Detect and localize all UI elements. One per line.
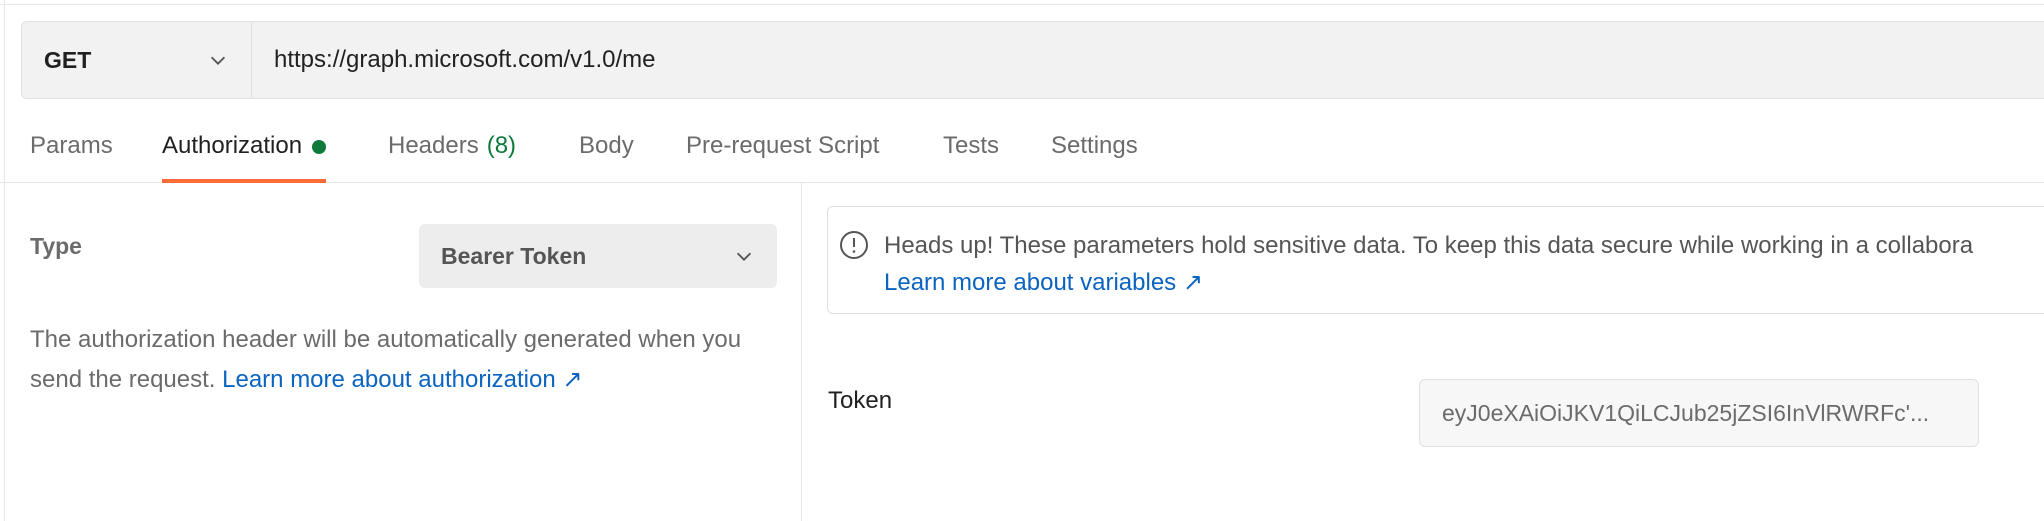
top-divider bbox=[0, 4, 2044, 5]
notice-text-block: Heads up! These parameters hold sensitiv… bbox=[884, 227, 1973, 301]
tab-label: Settings bbox=[1051, 132, 1138, 159]
notice-text: Heads up! These parameters hold sensitiv… bbox=[884, 232, 1974, 259]
tab-headers[interactable]: Headers (8) bbox=[388, 132, 516, 182]
tab-pre-request-script[interactable]: Pre-request Script bbox=[686, 132, 879, 182]
learn-more-variables-link[interactable]: Learn more about variables ↗ bbox=[884, 269, 1203, 296]
status-dot bbox=[312, 140, 327, 154]
method-label: GET bbox=[44, 46, 92, 73]
auth-type-value: Bearer Token bbox=[441, 242, 587, 269]
method-select[interactable]: GET bbox=[22, 22, 252, 98]
tab-authorization[interactable]: Authorization bbox=[162, 132, 327, 183]
tab-params[interactable]: Params bbox=[30, 132, 113, 182]
headers-count: (8) bbox=[486, 132, 517, 159]
tab-body[interactable]: Body bbox=[579, 132, 634, 182]
token-label: Token bbox=[828, 387, 893, 414]
tab-label: Headers bbox=[388, 132, 479, 159]
tab-label: Params bbox=[30, 132, 113, 159]
tab-tests[interactable]: Tests bbox=[943, 132, 999, 182]
chevron-down-icon bbox=[736, 252, 752, 261]
token-input[interactable]: eyJ0eXAiOiJKV1QiLCJub25jZSI6InVlRWRFc'..… bbox=[1419, 379, 1979, 447]
tab-settings[interactable]: Settings bbox=[1051, 132, 1138, 182]
auth-type-label: Type bbox=[30, 233, 82, 259]
chevron-down-icon bbox=[210, 56, 226, 65]
pane-divider[interactable] bbox=[801, 183, 802, 521]
info-circle-icon bbox=[840, 231, 868, 259]
auth-type-select[interactable]: Bearer Token bbox=[419, 224, 777, 288]
tab-label: Pre-request Script bbox=[686, 132, 880, 159]
tab-label: Body bbox=[579, 132, 634, 159]
token-value: eyJ0eXAiOiJKV1QiLCJub25jZSI6InVlRWRFc'..… bbox=[1442, 399, 1930, 426]
url-bar: GET bbox=[21, 21, 2044, 99]
tab-label: Authorization bbox=[162, 132, 303, 159]
sensitive-data-notice: Heads up! These parameters hold sensitiv… bbox=[827, 206, 2044, 314]
left-divider bbox=[4, 0, 5, 521]
request-tabs: Params Authorization Headers (8) Body Pr… bbox=[0, 120, 2044, 183]
learn-more-authorization-link[interactable]: Learn more about authorization ↗ bbox=[222, 366, 582, 393]
auth-description: The authorization header will be automat… bbox=[30, 320, 790, 400]
request-editor: GET Params Authorization Headers (8) Bod… bbox=[0, 0, 2044, 521]
url-input[interactable] bbox=[252, 22, 2044, 98]
tab-label: Tests bbox=[943, 132, 1000, 159]
